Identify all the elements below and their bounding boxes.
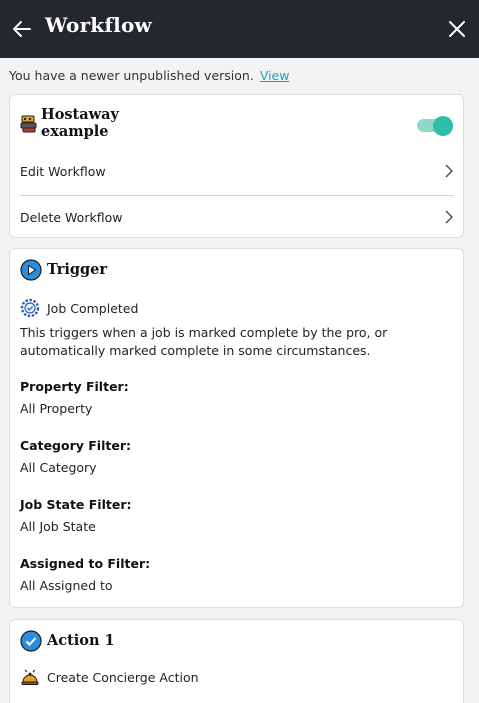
category-filter-label: Category Filter:	[20, 438, 131, 453]
close-icon	[449, 21, 465, 37]
unpublished-notice: You have a newer unpublished version. Vie…	[9, 68, 289, 83]
workflow-name: Hostaway example	[41, 106, 119, 140]
edit-workflow-row[interactable]: Edit Workflow	[20, 151, 454, 191]
concierge-bell-icon	[21, 669, 39, 685]
delete-workflow-label: Delete Workflow	[20, 209, 123, 225]
app-header: Workflow	[0, 0, 479, 58]
chevron-right-icon	[445, 210, 453, 224]
back-button[interactable]	[10, 17, 34, 41]
assigned-to-filter-value: All Assigned to	[20, 578, 113, 593]
job-state-filter-value: All Job State	[20, 519, 96, 534]
delete-workflow-row[interactable]: Delete Workflow	[20, 197, 454, 237]
arrow-left-icon	[13, 21, 31, 37]
workflow-robot-icon	[20, 115, 37, 133]
edit-workflow-label: Edit Workflow	[20, 163, 106, 179]
trigger-title: Trigger	[47, 261, 108, 278]
view-link[interactable]: View	[260, 68, 290, 83]
job-state-filter-label: Job State Filter:	[20, 497, 132, 512]
job-completed-label: Job Completed	[47, 301, 139, 316]
workflow-enabled-toggle[interactable]	[417, 116, 453, 136]
play-circle-icon	[20, 259, 42, 281]
category-filter-value: All Category	[20, 460, 97, 475]
action-title: Action 1	[47, 632, 115, 649]
gear-check-icon	[20, 298, 40, 318]
close-button[interactable]	[445, 17, 469, 41]
toggle-knob	[433, 116, 453, 136]
page-title: Workflow	[45, 13, 152, 37]
property-filter-label: Property Filter:	[20, 379, 129, 394]
workflow-card: Hostaway example Edit Workflow Delete Wo…	[9, 94, 464, 238]
chevron-right-icon	[445, 164, 453, 178]
check-circle-icon	[20, 630, 42, 652]
divider	[20, 195, 454, 196]
property-filter-value: All Property	[20, 401, 93, 416]
create-concierge-action-label: Create Concierge Action	[47, 670, 199, 685]
notice-text: You have a newer unpublished version.	[9, 68, 254, 83]
assigned-to-filter-label: Assigned to Filter:	[20, 556, 151, 571]
action-card[interactable]: Action 1 Create Concierge Action	[9, 619, 464, 703]
trigger-card[interactable]: Trigger Job Completed This triggers when…	[9, 248, 464, 608]
trigger-description: This triggers when a job is marked compl…	[20, 325, 388, 358]
